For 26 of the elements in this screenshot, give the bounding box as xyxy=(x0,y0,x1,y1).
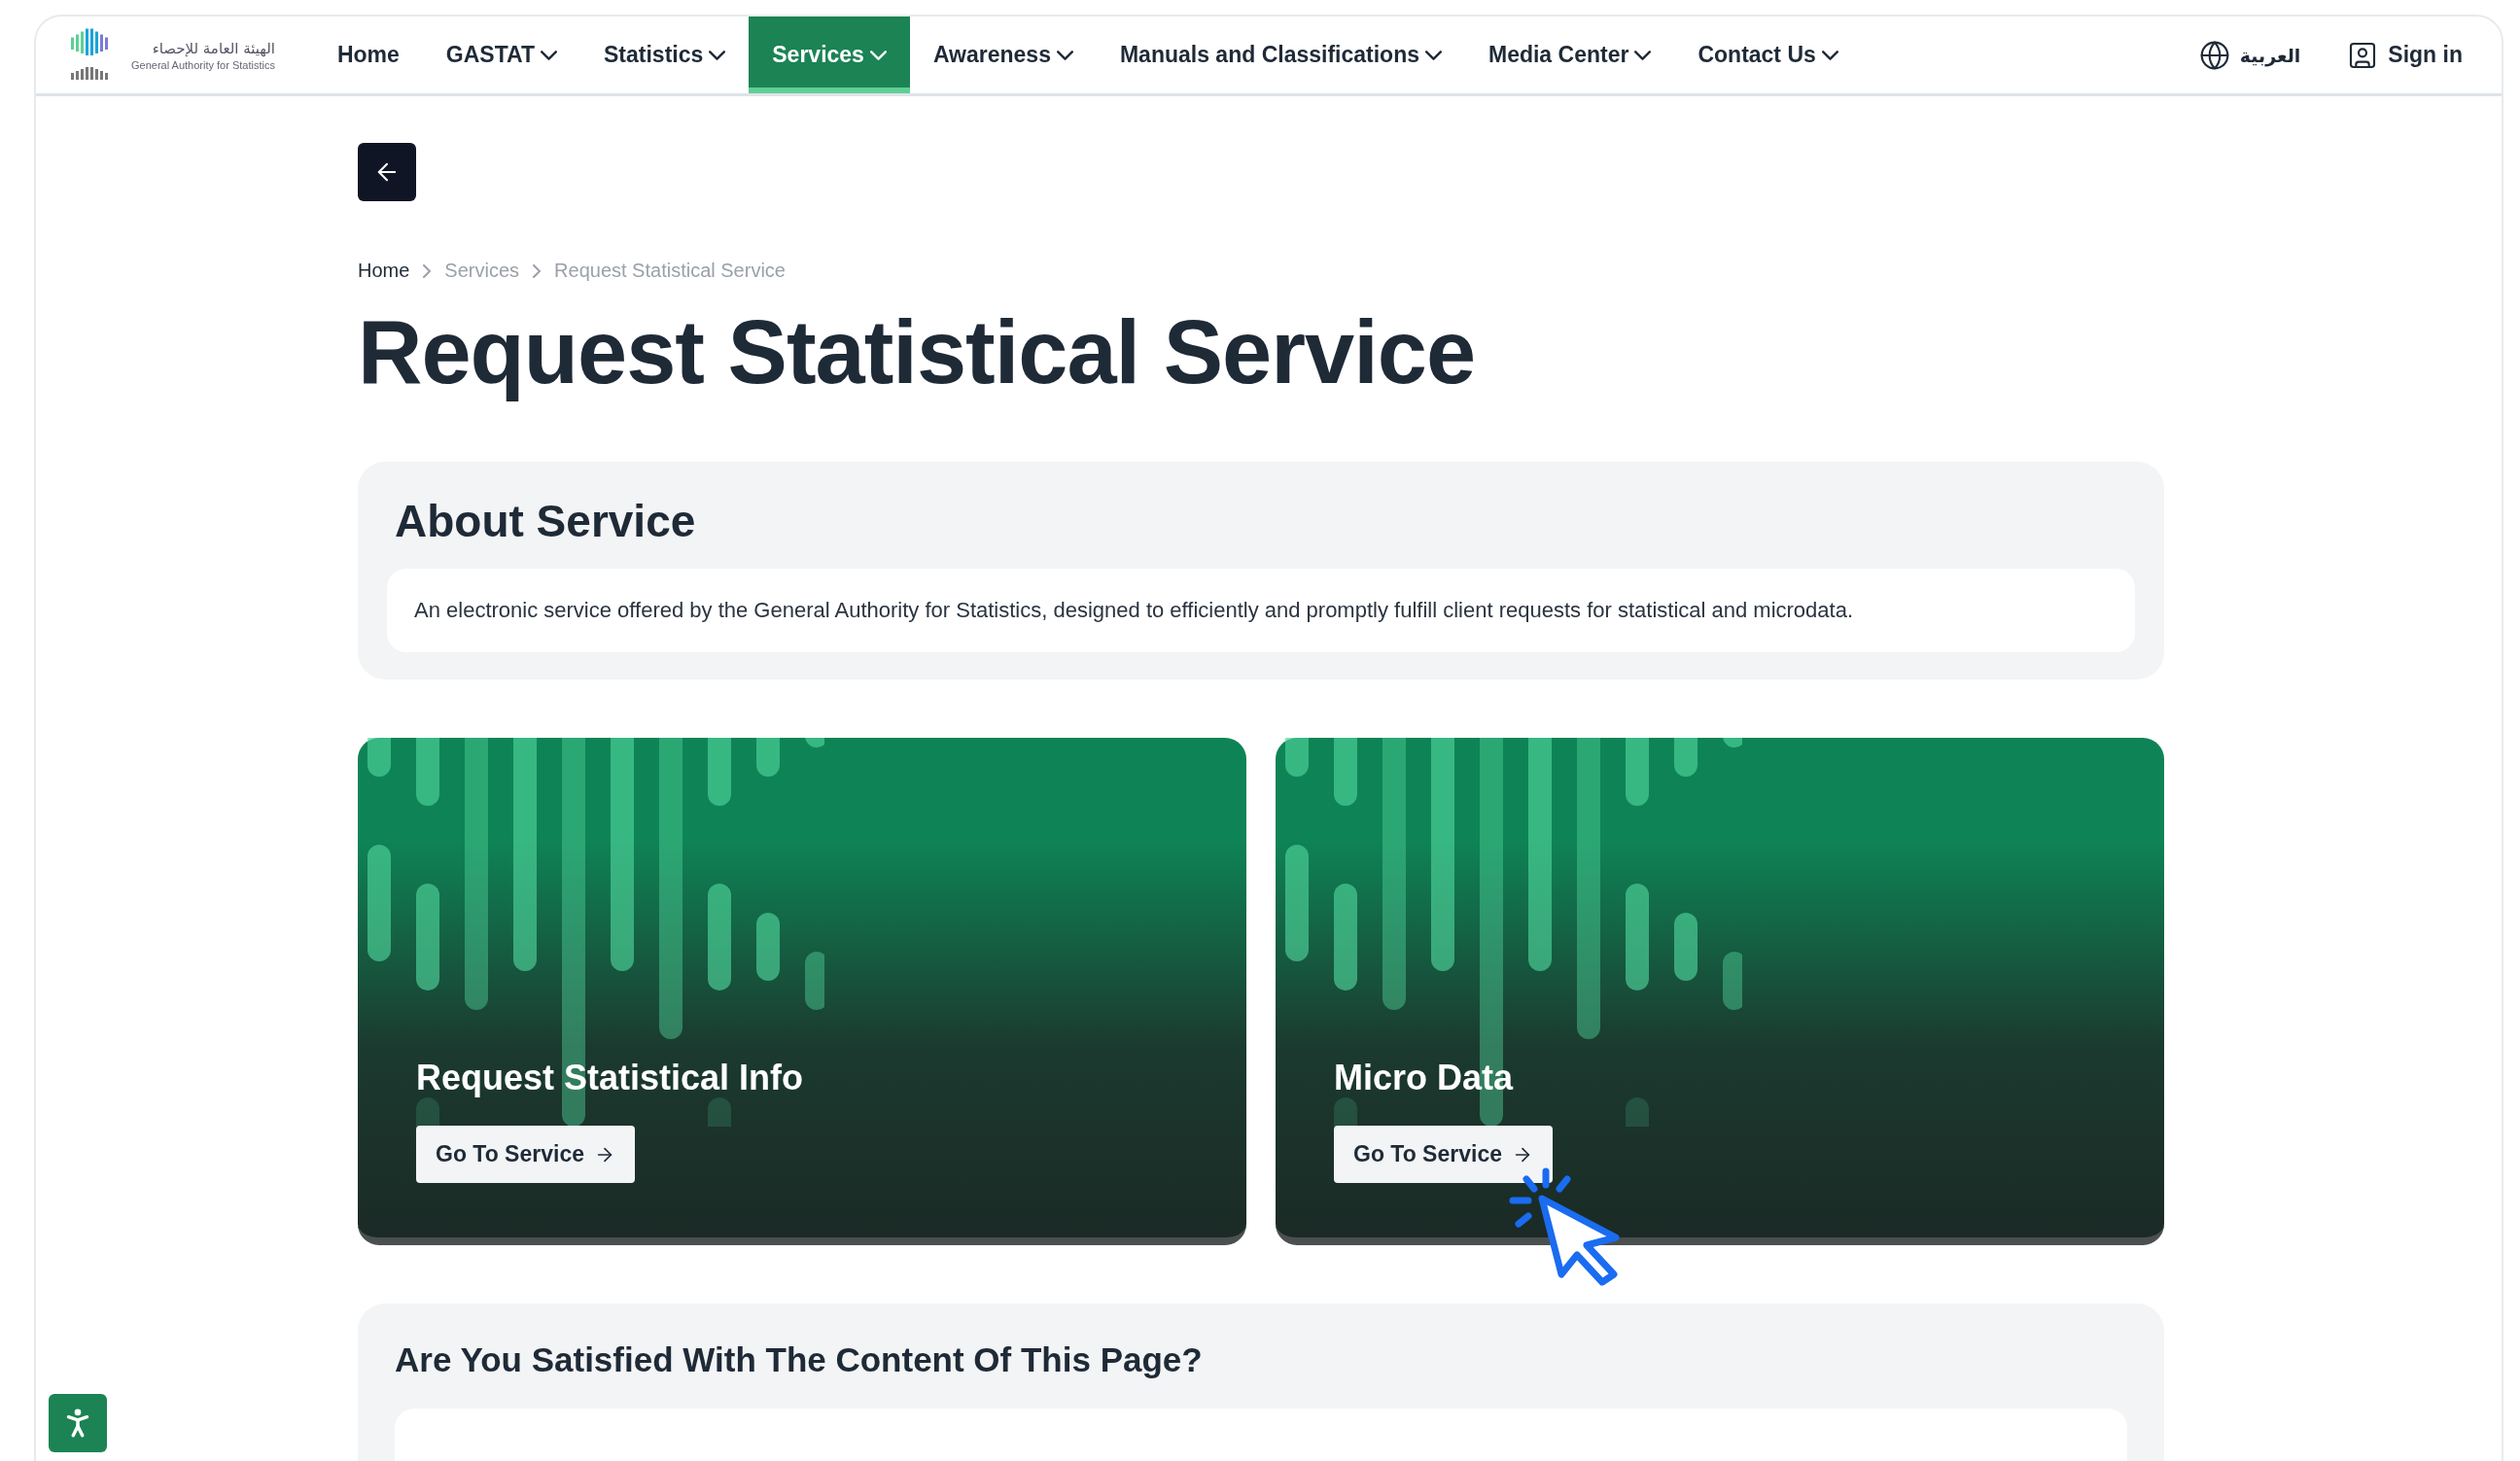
back-button[interactable] xyxy=(358,143,416,201)
page-title: Request Statistical Service xyxy=(358,301,1477,403)
about-text: An electronic service offered by the General Authority for Statistics, designed to efficiently and promptly fulfill client requests for statistical and microdata. xyxy=(387,569,2135,652)
nav-item[interactable]: Media Center xyxy=(1465,17,1675,93)
nav-item[interactable]: Awareness xyxy=(909,17,1097,93)
breadcrumb-separator-icon xyxy=(533,263,542,278)
nav-item[interactable]: GASTAT xyxy=(422,17,580,93)
feedback-question: Are You Satisfied With The Content Of This Page? xyxy=(395,1340,1204,1379)
logo-english-text: General Authority for Statistics xyxy=(131,58,275,71)
nav-item[interactable]: Contact Us xyxy=(1674,17,1862,93)
nav-item[interactable]: Home xyxy=(313,17,423,93)
nav-item[interactable]: Statistics xyxy=(580,17,750,93)
language-link[interactable]: العربية xyxy=(2198,39,2301,71)
breadcrumb-link[interactable]: Home xyxy=(358,260,410,282)
service-title: Micro Data xyxy=(1334,1058,1515,1098)
about-heading: About Service xyxy=(395,495,697,547)
breadcrumb-separator-icon xyxy=(423,263,432,278)
nav-item[interactable]: Manuals and Classifications xyxy=(1096,17,1465,93)
go-to-service-button[interactable]: Go To Service xyxy=(1334,1126,1553,1183)
go-to-service-button[interactable]: Go To Service xyxy=(416,1126,635,1183)
accessibility-button[interactable] xyxy=(49,1394,107,1452)
globe-icon xyxy=(2198,39,2230,71)
sign-in-link[interactable]: Sign in xyxy=(2347,39,2463,71)
logo-arabic-text: الهيئة العامة للإحصاء xyxy=(152,39,275,57)
nav-item[interactable]: Services xyxy=(749,17,910,93)
service-title: Request Statistical Info xyxy=(416,1058,805,1098)
